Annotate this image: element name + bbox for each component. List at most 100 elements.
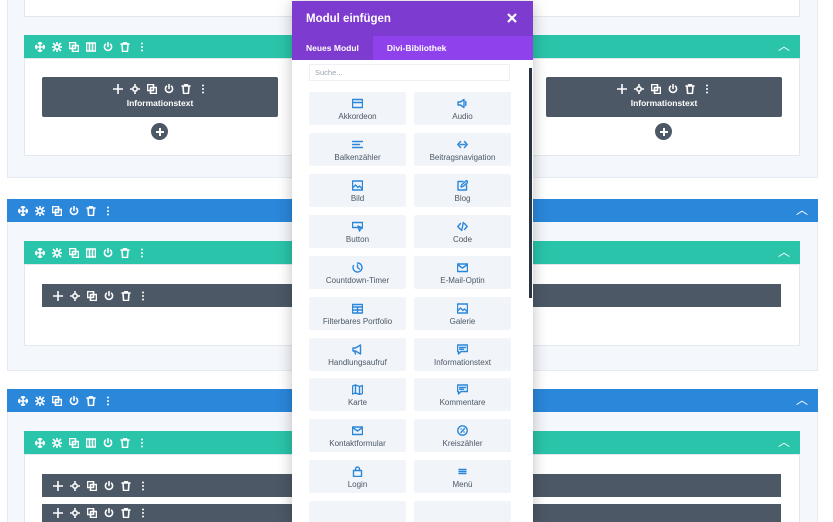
module-option-bar-counter[interactable]: Balkenzähler bbox=[309, 133, 406, 166]
module-option-partial[interactable] bbox=[309, 501, 406, 522]
module-option-menu[interactable]: Menü bbox=[414, 460, 511, 493]
module-blurb-right[interactable]: Informationstext bbox=[546, 77, 782, 117]
power-icon[interactable] bbox=[65, 199, 82, 222]
add-module-button[interactable] bbox=[655, 123, 672, 140]
modal-header: Modul einfügen bbox=[292, 1, 533, 36]
collapse-chevron-icon[interactable]: ︿ bbox=[778, 244, 790, 260]
trash-icon[interactable] bbox=[117, 284, 134, 307]
duplicate-icon[interactable] bbox=[65, 241, 82, 264]
module-option-login[interactable]: Login bbox=[309, 460, 406, 493]
settings-icon[interactable] bbox=[48, 241, 65, 264]
power-icon[interactable] bbox=[160, 82, 177, 95]
move-icon[interactable] bbox=[613, 82, 630, 95]
module-option-circle-counter[interactable]: Kreiszähler bbox=[414, 419, 511, 452]
move-icon[interactable] bbox=[49, 284, 66, 307]
trash-icon[interactable] bbox=[116, 35, 133, 58]
more-icon[interactable] bbox=[194, 82, 211, 95]
module-option-code[interactable]: Code bbox=[414, 215, 511, 248]
module-option-accordion[interactable]: Akkordeon bbox=[309, 92, 406, 125]
more-icon[interactable] bbox=[133, 241, 150, 264]
power-icon[interactable] bbox=[99, 35, 116, 58]
trash-icon[interactable] bbox=[116, 431, 133, 454]
trash-icon[interactable] bbox=[681, 82, 698, 95]
move-icon[interactable] bbox=[31, 431, 48, 454]
power-icon[interactable] bbox=[664, 82, 681, 95]
settings-icon[interactable] bbox=[48, 35, 65, 58]
collapse-chevron-icon[interactable]: ︿ bbox=[796, 392, 808, 408]
collapse-chevron-icon[interactable]: ︿ bbox=[796, 202, 808, 218]
more-icon[interactable] bbox=[133, 431, 150, 454]
module-option-email-optin[interactable]: E-Mail-Optin bbox=[414, 256, 511, 289]
move-icon[interactable] bbox=[109, 82, 126, 95]
settings-icon[interactable] bbox=[31, 199, 48, 222]
move-icon[interactable] bbox=[14, 199, 31, 222]
module-option-label: Karte bbox=[347, 398, 368, 407]
more-icon[interactable] bbox=[133, 35, 150, 58]
power-icon[interactable] bbox=[65, 389, 82, 412]
duplicate-icon[interactable] bbox=[143, 82, 160, 95]
columns-icon[interactable] bbox=[82, 431, 99, 454]
trash-icon[interactable] bbox=[117, 474, 134, 497]
duplicate-icon[interactable] bbox=[48, 199, 65, 222]
more-icon[interactable] bbox=[99, 199, 116, 222]
add-module-button[interactable] bbox=[151, 123, 168, 140]
trash-icon[interactable] bbox=[82, 199, 99, 222]
module-option-audio[interactable]: Audio bbox=[414, 92, 511, 125]
module-option-image[interactable]: Bild bbox=[309, 174, 406, 207]
trash-icon[interactable] bbox=[82, 389, 99, 412]
settings-icon[interactable] bbox=[48, 431, 65, 454]
settings-icon[interactable] bbox=[31, 389, 48, 412]
move-icon[interactable] bbox=[31, 35, 48, 58]
more-icon[interactable] bbox=[698, 82, 715, 95]
module-option-post-navigation[interactable]: Beitragsnavigation bbox=[414, 133, 511, 166]
modal-scrollbar[interactable] bbox=[529, 68, 532, 298]
duplicate-icon[interactable] bbox=[83, 474, 100, 497]
collapse-chevron-icon[interactable]: ︿ bbox=[778, 434, 790, 450]
power-icon[interactable] bbox=[100, 474, 117, 497]
trash-icon[interactable] bbox=[116, 241, 133, 264]
module-option-countdown[interactable]: Countdown-Timer bbox=[309, 256, 406, 289]
countdown-icon bbox=[309, 256, 406, 273]
module-option-blog[interactable]: Blog bbox=[414, 174, 511, 207]
module-option-partial[interactable] bbox=[414, 501, 511, 522]
module-option-filterable-portfolio[interactable]: Filterbares Portfolio bbox=[309, 297, 406, 330]
move-icon[interactable] bbox=[14, 389, 31, 412]
power-icon[interactable] bbox=[99, 241, 116, 264]
tab-divi-library[interactable]: Divi-Bibliothek bbox=[373, 36, 461, 60]
power-icon[interactable] bbox=[99, 431, 116, 454]
settings-icon[interactable] bbox=[66, 474, 83, 497]
module-blurb-left[interactable]: Informationstext bbox=[42, 77, 278, 117]
more-icon[interactable] bbox=[134, 474, 151, 497]
duplicate-icon[interactable] bbox=[65, 431, 82, 454]
duplicate-icon[interactable] bbox=[83, 284, 100, 307]
settings-icon[interactable] bbox=[66, 284, 83, 307]
module-option-blurb[interactable]: Informationstext bbox=[414, 338, 511, 371]
module-option-map[interactable]: Karte bbox=[309, 378, 406, 411]
power-icon[interactable] bbox=[100, 284, 117, 307]
columns-icon[interactable] bbox=[82, 241, 99, 264]
module-option-contact-form[interactable]: Kontaktformular bbox=[309, 419, 406, 452]
duplicate-icon[interactable] bbox=[65, 35, 82, 58]
module-option-button[interactable]: Button bbox=[309, 215, 406, 248]
settings-icon[interactable] bbox=[630, 82, 647, 95]
module-option-comments[interactable]: Kommentare bbox=[414, 378, 511, 411]
more-icon[interactable] bbox=[99, 389, 116, 412]
blurb-icon bbox=[414, 338, 511, 355]
close-icon[interactable] bbox=[505, 11, 519, 25]
trash-icon[interactable] bbox=[177, 82, 194, 95]
module-option-call-to-action[interactable]: Handlungsaufruf bbox=[309, 338, 406, 371]
module-option-gallery[interactable]: Galerie bbox=[414, 297, 511, 330]
tab-new-module[interactable]: Neues Modul bbox=[292, 36, 373, 60]
settings-icon[interactable] bbox=[126, 82, 143, 95]
duplicate-icon[interactable] bbox=[48, 389, 65, 412]
search-input[interactable]: Suche... bbox=[309, 64, 510, 81]
insert-module-modal: Modul einfügen Neues Modul Divi-Biblioth… bbox=[292, 1, 533, 522]
columns-icon[interactable] bbox=[82, 35, 99, 58]
more-icon[interactable] bbox=[134, 284, 151, 307]
map-icon bbox=[309, 378, 406, 395]
move-icon[interactable] bbox=[49, 474, 66, 497]
module-option-label: Kommentare bbox=[439, 398, 486, 407]
duplicate-icon[interactable] bbox=[647, 82, 664, 95]
collapse-chevron-icon[interactable]: ︿ bbox=[778, 38, 790, 54]
move-icon[interactable] bbox=[31, 241, 48, 264]
